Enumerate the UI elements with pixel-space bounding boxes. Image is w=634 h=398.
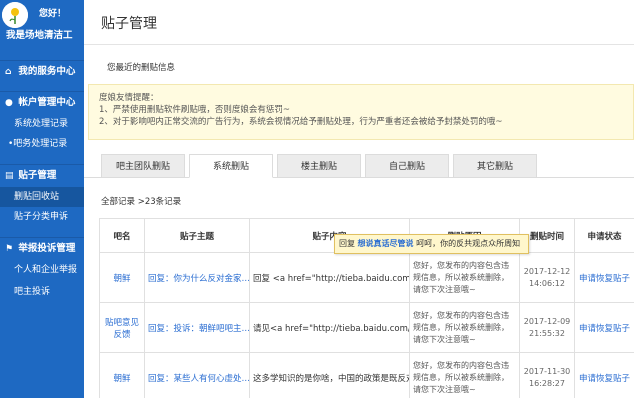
restore-post-link[interactable]: 申请恢复贴子 — [574, 352, 634, 398]
post-content: 回复 <a href="http://tieba.baidu.com/i/sys… — [249, 252, 410, 303]
delete-date: 2017-12-12 — [523, 266, 571, 276]
doc-icon: ▤ — [5, 171, 14, 181]
notice-line: 2、对于影响吧内正常交流的广告行为，系统会视情况给予删贴处理，行为严重者还会被给… — [99, 117, 503, 127]
delete-reason: 您好，您发布的内容包含违规信息，所以被系统删除，请您下次注意哦~ — [409, 252, 520, 303]
sidebar-section-service[interactable]: ⌂ 我的服务中心 — [0, 60, 84, 82]
sidebar-item-personal-report[interactable]: 个人和企业举报 — [0, 260, 84, 280]
tab-bar-team[interactable]: 吧主团队删贴 — [101, 154, 185, 178]
column-header: 申请状态 — [574, 218, 634, 253]
column-header: 吧名 — [99, 218, 145, 253]
greeting: 您好！ — [39, 9, 67, 19]
sidebar-item-bar-records[interactable]: •吧务处理记录 — [0, 134, 84, 154]
username: 我是场地清洁工 — [6, 30, 73, 41]
delete-time: 2017-12-09 21:55:32 — [519, 302, 575, 353]
notice-title: 度娘友情提醒： — [99, 93, 159, 103]
delete-time: 2017-11-30 16:28:27 — [519, 352, 575, 398]
sidebar-section-label: 帐户管理中心 — [18, 97, 76, 108]
avatar[interactable] — [2, 2, 28, 28]
delete-clock: 21:55:32 — [529, 328, 565, 338]
notice-line: 1、严禁使用删贴软件刷贴哦，否则度娘会有惩罚~ — [99, 105, 291, 115]
delete-time: 2017-12-12 14:06:12 — [519, 252, 575, 303]
breadcrumb: 全部记录 >23条记录 — [101, 197, 182, 207]
restore-post-link[interactable]: 申请恢复贴子 — [574, 252, 634, 303]
post-content: 请见<a href="http://tieba.baidu.com/p/453… — [249, 302, 410, 353]
topic-link[interactable]: 回复：某些人有何心虚处… — [144, 352, 250, 398]
page-title: 贴子管理 — [101, 16, 157, 32]
bar-name-link[interactable]: 贴吧意见反馈 — [99, 302, 145, 353]
sidebar-item-category-appeal[interactable]: 贴子分类申诉 — [0, 207, 84, 227]
tab-self[interactable]: 自己删贴 — [365, 154, 449, 178]
sidebar-section-posts[interactable]: ▤ 贴子管理 — [0, 164, 84, 186]
table-row: 贴吧意见反馈 回复：投诉：朝鲜吧吧主… 请见<a href="http://ti… — [99, 302, 634, 353]
tooltip-user-link[interactable]: 想说真话尽管说 — [358, 239, 414, 248]
delete-reason: 您好，您发布的内容包含违规信息，所以被系统删除，请您下次注意哦~ — [409, 352, 520, 398]
tooltip-text: 呵呵，你的反共观点众所周知 — [416, 239, 521, 248]
table-row: 朝鲜 回复：你为什么反对金家… 回复 <a href="http://tieba… — [99, 252, 634, 303]
home-icon: ⌂ — [5, 67, 12, 77]
content-tooltip: 回复 想说真话尽管说 呵呵，你的反共观点众所周知 — [334, 234, 529, 254]
restore-post-link[interactable]: 申请恢复贴子 — [574, 302, 634, 353]
sidebar: 您好！ 我是场地清洁工 ⌂ 我的服务中心 ● 帐户管理中心 系统处理记录 •吧务… — [0, 0, 84, 398]
delete-clock: 14:06:12 — [529, 278, 565, 288]
divider — [84, 44, 634, 45]
sidebar-profile: 您好！ 我是场地清洁工 — [0, 0, 84, 46]
table-row: 朝鲜 回复：某些人有何心虚处… 这多学知识的是你啥，中国的政策是既反对… 您好，… — [99, 352, 634, 398]
sidebar-section-report[interactable]: ⚑ 举报投诉管理 — [0, 237, 84, 259]
notice-box: 度娘友情提醒： 1、严禁使用删贴软件刷贴哦，否则度娘会有惩罚~ 2、对于影响吧内… — [88, 84, 634, 140]
sidebar-section-label: 我的服务中心 — [18, 66, 76, 77]
tooltip-prefix: 回复 — [339, 239, 355, 248]
bar-name-link[interactable]: 朝鲜 — [99, 352, 145, 398]
delete-date: 2017-12-09 — [523, 316, 571, 326]
topic-link[interactable]: 回复：投诉：朝鲜吧吧主… — [144, 302, 250, 353]
sidebar-section-label: 贴子管理 — [18, 170, 57, 181]
tab-other[interactable]: 其它删贴 — [453, 154, 537, 178]
bar-name-link[interactable]: 朝鲜 — [99, 252, 145, 303]
sidebar-item-delete-recycle[interactable]: 删贴回收站 — [0, 187, 84, 207]
tab-op[interactable]: 楼主删贴 — [277, 154, 361, 178]
delete-clock: 16:28:27 — [529, 378, 565, 388]
sidebar-item-bar-complaint[interactable]: 吧主投诉 — [0, 282, 84, 302]
report-icon: ⚑ — [5, 244, 14, 254]
delete-date: 2017-11-30 — [523, 366, 571, 376]
tab-system[interactable]: 系统删贴 — [189, 154, 273, 178]
recent-deletes-heading: 您最近的删贴信息 — [107, 63, 176, 73]
sidebar-section-account[interactable]: ● 帐户管理中心 — [0, 91, 84, 113]
post-content: 这多学知识的是你啥，中国的政策是既反对… — [249, 352, 410, 398]
sidebar-item-system-records[interactable]: 系统处理记录 — [0, 114, 84, 134]
column-header: 贴子主题 — [144, 218, 250, 253]
delete-reason: 您好，您发布的内容包含违规信息，所以被系统删除，请您下次注意哦~ — [409, 302, 520, 353]
sidebar-section-label: 举报投诉管理 — [18, 243, 76, 254]
topic-link[interactable]: 回复：你为什么反对金家… — [144, 252, 250, 303]
main-content: 贴子管理 您最近的删贴信息 度娘友情提醒： 1、严禁使用删贴软件刷贴哦，否则度娘… — [84, 0, 634, 398]
user-icon: ● — [5, 98, 13, 108]
